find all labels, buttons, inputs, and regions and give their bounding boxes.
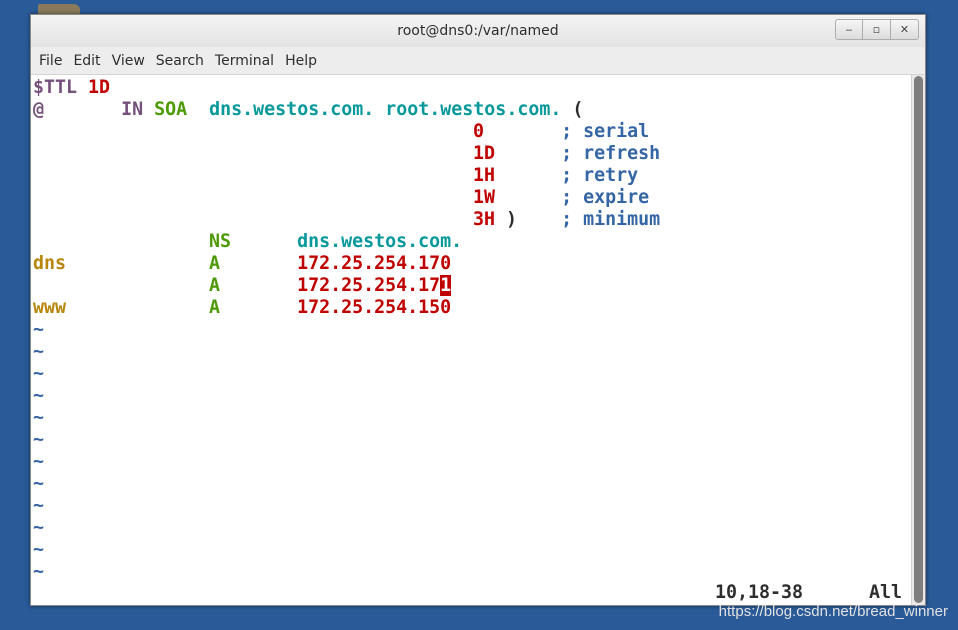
empty-line-tilde: ~ [33, 385, 45, 406]
empty-line-tilde: ~ [33, 517, 45, 538]
close-button[interactable]: ✕ [891, 19, 919, 40]
menu-search[interactable]: Search [152, 53, 208, 69]
scrollbar-thumb[interactable] [914, 76, 923, 603]
record-name-dns: dns [33, 253, 67, 274]
ttl-line: $TTL 1D [33, 77, 110, 99]
soa-retry-line: 1H ; retry [473, 165, 639, 186]
menu-bar: File Edit View Search Terminal Help [31, 47, 925, 75]
menu-file[interactable]: File [35, 53, 66, 69]
maximize-button[interactable]: ▫ [863, 19, 891, 40]
menu-help[interactable]: Help [281, 53, 321, 69]
text-cursor: 1 [440, 275, 452, 296]
empty-line-tilde: ~ [33, 451, 45, 472]
admin-email: root.westos.com. [385, 99, 562, 120]
empty-line-tilde: ~ [33, 561, 45, 582]
record-name-www: www [33, 297, 67, 318]
empty-line-tilde: ~ [33, 407, 45, 428]
minimize-button[interactable]: ‒ [835, 19, 863, 40]
menu-view[interactable]: View [108, 53, 149, 69]
primary-ns: dns.westos.com. [209, 99, 375, 120]
terminal-content[interactable]: $TTL 1D @ IN SOA dns.westos.com. root.we… [31, 75, 913, 605]
menu-edit[interactable]: Edit [69, 53, 104, 69]
soa-line: @ IN SOA dns.westos.com. root.westos.com… [33, 99, 583, 121]
open-paren: ( [572, 99, 584, 120]
vertical-scrollbar[interactable] [911, 75, 925, 605]
ttl-value: 1D [88, 77, 111, 98]
terminal-window: root@dns0:/var/named ‒ ▫ ✕ File Edit Vie… [30, 14, 926, 606]
soa-serial-line: 0 ; serial [473, 121, 650, 142]
cursor-position: 10,18-38 [715, 582, 804, 603]
soa-refresh-line: 1D ; refresh [473, 143, 661, 164]
soa-minimum-line: 3H ) ; minimum [473, 209, 661, 230]
record-a-www: A 172.25.254.150 [209, 297, 452, 318]
menu-terminal[interactable]: Terminal [211, 53, 278, 69]
empty-line-tilde: ~ [33, 429, 45, 450]
record-a-dns: A 172.25.254.170 [209, 253, 452, 274]
soa-keyword: SOA [154, 99, 188, 120]
empty-line-tilde: ~ [33, 473, 45, 494]
window-title: root@dns0:/var/named [397, 23, 559, 39]
watermark-text: https://blog.csdn.net/bread_winner [718, 603, 948, 620]
scroll-indicator: All [869, 582, 903, 603]
empty-line-tilde: ~ [33, 495, 45, 516]
empty-line-tilde: ~ [33, 341, 45, 362]
empty-line-tilde: ~ [33, 539, 45, 560]
class-in: IN [121, 99, 144, 120]
empty-line-tilde: ~ [33, 363, 45, 384]
window-controls: ‒ ▫ ✕ [835, 19, 919, 40]
title-bar[interactable]: root@dns0:/var/named ‒ ▫ ✕ [31, 15, 925, 48]
origin-symbol: @ [33, 99, 45, 120]
ttl-directive: $TTL [33, 77, 78, 98]
empty-line-tilde: ~ [33, 319, 45, 340]
record-a-cursor: A 172.25.254.171 [209, 275, 452, 296]
record-ns: NS dns.westos.com. [209, 231, 463, 252]
soa-expire-line: 1W ; expire [473, 187, 650, 208]
